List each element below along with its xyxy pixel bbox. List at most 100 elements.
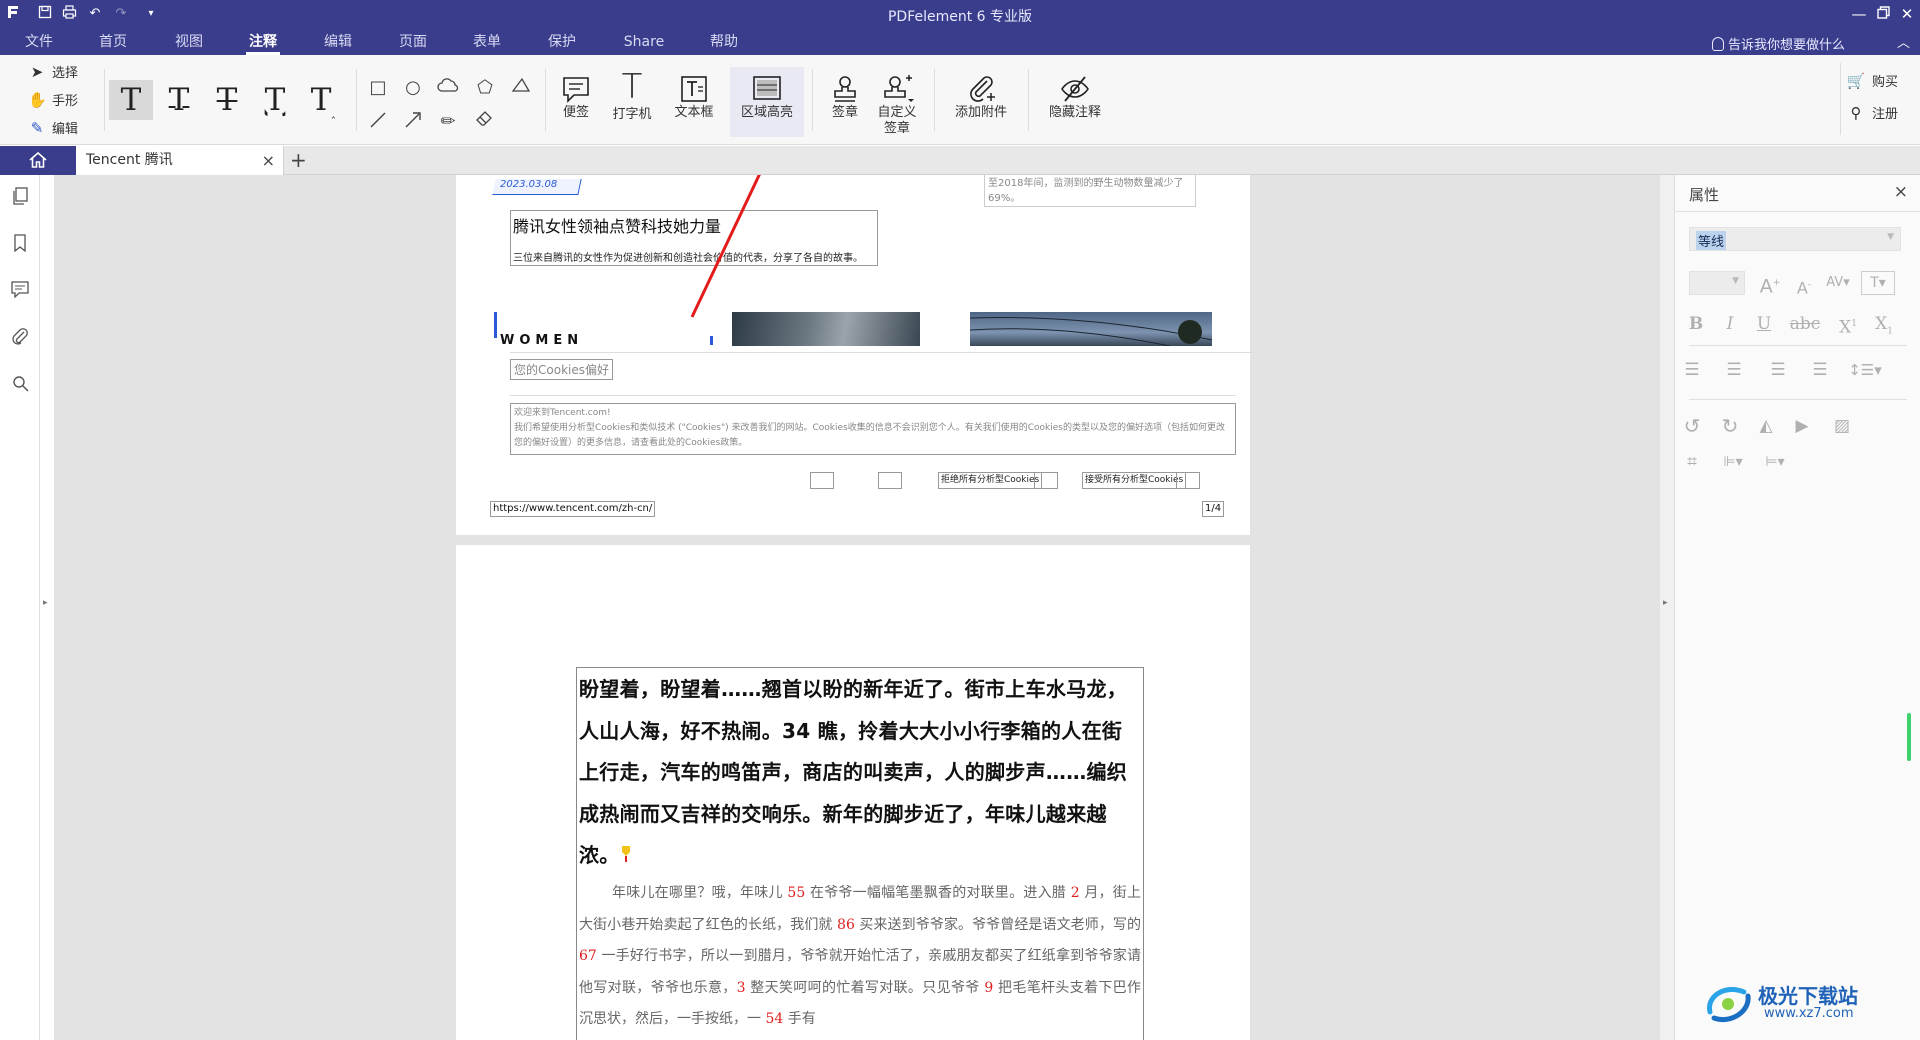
crop-icon[interactable]: ⌗ <box>1677 451 1707 473</box>
typewriter-button[interactable]: T 打字机 <box>606 67 658 137</box>
cookie-text-box[interactable]: 欢迎来到Tencent.com! 我们希望使用分析型Cookies和类似技术 (… <box>510 403 1236 455</box>
italic-icon[interactable]: I <box>1715 313 1745 335</box>
restore-icon[interactable] <box>1870 3 1896 25</box>
strikethrough-icon[interactable]: abc <box>1783 313 1827 335</box>
reject-cookies-button[interactable]: 拒绝所有分析型Cookies <box>938 472 1043 489</box>
expand-left-panel-icon[interactable]: ▸ <box>43 598 48 608</box>
menu-form[interactable]: 表单 <box>462 32 512 52</box>
distribute-objects-icon[interactable]: ⊨▾ <box>1755 451 1795 473</box>
underline-text-tool[interactable]: T <box>157 80 201 120</box>
bold-icon[interactable]: B <box>1681 313 1711 335</box>
custom-stamp-button[interactable]: 自定义签章 <box>874 67 920 137</box>
text-box-button[interactable]: 文本框 <box>668 67 720 137</box>
empty-form-field[interactable] <box>810 472 834 489</box>
text-box-style-icon[interactable]: T▾ <box>1861 271 1895 295</box>
home-tab[interactable] <box>0 146 76 175</box>
buy-button[interactable]: 🛒 购买 <box>1846 71 1898 90</box>
bookmark-icon[interactable] <box>10 234 30 256</box>
arrow-icon[interactable] <box>402 111 424 133</box>
new-tab-icon[interactable]: + <box>290 148 307 172</box>
watermark-url: www.xz7.com <box>1764 1006 1854 1021</box>
highlight-text-tool[interactable]: T <box>109 80 153 120</box>
collapse-right-panel-icon[interactable]: ▸ <box>1663 598 1668 608</box>
hand-tool[interactable]: ✋ 手形 <box>28 89 78 111</box>
align-center-icon[interactable]: ☰ <box>1719 359 1749 381</box>
align-right-icon[interactable]: ☰ <box>1763 359 1793 381</box>
right-panel-toggle-strip: ▸ <box>1660 175 1674 1040</box>
empty-form-field[interactable] <box>878 472 902 489</box>
article-body[interactable]: 年味儿在哪里？哦，年味儿 55 在爷爷一幅幅笔墨飘香的对联里。进入腊 2 月，街… <box>579 878 1141 1036</box>
document-canvas[interactable]: 2023.03.08 腾讯女性领袖点赞科技她力量 三位来自腾讯的女性作为促进创新… <box>54 175 1668 1040</box>
rotate-left-icon[interactable]: ↺ <box>1677 415 1707 437</box>
comments-icon[interactable] <box>10 281 30 303</box>
empty-form-field[interactable] <box>1176 472 1200 489</box>
decrease-font-size-icon[interactable]: A- <box>1789 274 1819 299</box>
body-text-segment: 整天笑呵呵的忙着写对联。只见爷爷 <box>745 979 985 996</box>
menu-comment[interactable]: 注释 <box>238 32 288 55</box>
sticky-note-icon <box>560 73 592 105</box>
increase-font-size-icon[interactable]: A+ <box>1755 272 1785 297</box>
article-heading[interactable]: 盼望着，盼望着……翘首以盼的新年近了。街市上车水马龙，人山人海，好不热闹。34 … <box>579 669 1141 877</box>
polyline-icon[interactable] <box>510 77 532 99</box>
pencil-icon[interactable]: ✏ <box>437 111 459 133</box>
search-icon[interactable] <box>10 375 30 397</box>
flip-horizontal-icon[interactable]: ◭ <box>1751 415 1781 437</box>
font-size-select[interactable]: ▼ <box>1689 271 1745 295</box>
insert-text-tool[interactable]: T‸ <box>301 80 345 120</box>
strikethrough-text-tool[interactable]: T <box>205 80 249 120</box>
squiggly-text-tool[interactable]: T <box>253 80 297 120</box>
rotate-right-icon[interactable]: ↻ <box>1715 415 1745 437</box>
register-button[interactable]: ⚲ 注册 <box>1846 103 1898 122</box>
tell-me-search[interactable]: 告诉我你想要做什么 <box>1711 34 1845 53</box>
thumbnails-icon[interactable] <box>10 187 30 209</box>
font-family-select[interactable]: 等线 ▼ <box>1689 227 1901 251</box>
hide-annotations-button[interactable]: 隐藏注释 <box>1040 67 1110 137</box>
area-highlight-button[interactable]: 区域高亮 <box>730 67 804 137</box>
page-url[interactable]: https://www.tencent.com/zh-cn/ <box>490 501 656 517</box>
eraser-icon[interactable] <box>474 111 496 133</box>
minimize-icon[interactable]: — <box>1846 3 1872 25</box>
subscript-icon[interactable]: X1 <box>1869 313 1899 342</box>
menu-edit[interactable]: 编辑 <box>313 32 363 52</box>
menu-home[interactable]: 首页 <box>88 32 138 52</box>
document-tab[interactable]: Tencent 腾讯 × <box>76 146 284 175</box>
flip-vertical-icon[interactable]: ▶ <box>1787 415 1817 437</box>
menu-help[interactable]: 帮助 <box>699 32 749 52</box>
replace-image-icon[interactable]: ▨ <box>1827 415 1857 437</box>
comment-pin-icon[interactable] <box>620 843 632 867</box>
close-properties-icon[interactable]: × <box>1894 182 1908 202</box>
stamp-button[interactable]: 签章 <box>820 67 870 137</box>
panel-scroll-indicator[interactable] <box>1907 713 1911 761</box>
accept-cookies-button[interactable]: 接受所有分析型Cookies <box>1082 472 1187 489</box>
menu-view[interactable]: 视图 <box>164 32 214 52</box>
select-tool[interactable]: ➤ 选择 <box>28 61 78 83</box>
menu-share[interactable]: Share <box>612 32 676 52</box>
superscript-icon[interactable]: X1 <box>1833 313 1863 339</box>
line-spacing-icon[interactable]: ↕☰▾ <box>1845 359 1885 381</box>
attachment-panel-icon[interactable] <box>10 328 30 350</box>
menu-file[interactable]: 文件 <box>14 32 64 52</box>
add-attachment-button[interactable]: 添加附件 <box>946 67 1016 137</box>
rectangle-icon[interactable]: □ <box>367 77 389 99</box>
oval-icon[interactable]: ○ <box>402 77 424 99</box>
line-icon[interactable] <box>367 111 389 133</box>
sticky-note-button[interactable]: 便签 <box>553 67 599 137</box>
align-objects-icon[interactable]: ⊫▾ <box>1713 451 1753 473</box>
close-window-icon[interactable]: ✕ <box>1894 3 1920 25</box>
empty-form-field[interactable] <box>1034 472 1058 489</box>
polygon-icon[interactable]: ⬠ <box>474 77 496 99</box>
align-left-icon[interactable]: ☰ <box>1677 359 1707 381</box>
close-tab-icon[interactable]: × <box>262 146 275 175</box>
edit-tool[interactable]: ✎ 编辑 <box>28 117 78 139</box>
justify-icon[interactable]: ☰ <box>1805 359 1835 381</box>
menu-page[interactable]: 页面 <box>388 32 438 52</box>
character-spacing-icon[interactable]: AV▾ <box>1823 272 1853 294</box>
underline-icon[interactable]: U <box>1749 313 1779 335</box>
edit-tool-label: 编辑 <box>52 122 79 137</box>
properties-title: 属性 <box>1689 186 1720 204</box>
cloud-icon[interactable] <box>437 77 459 99</box>
collapse-ribbon-icon[interactable]: ︿ <box>1897 32 1910 51</box>
ribbon-separator <box>1028 69 1029 131</box>
cookie-divider <box>510 352 1254 353</box>
menu-protect[interactable]: 保护 <box>537 32 587 52</box>
